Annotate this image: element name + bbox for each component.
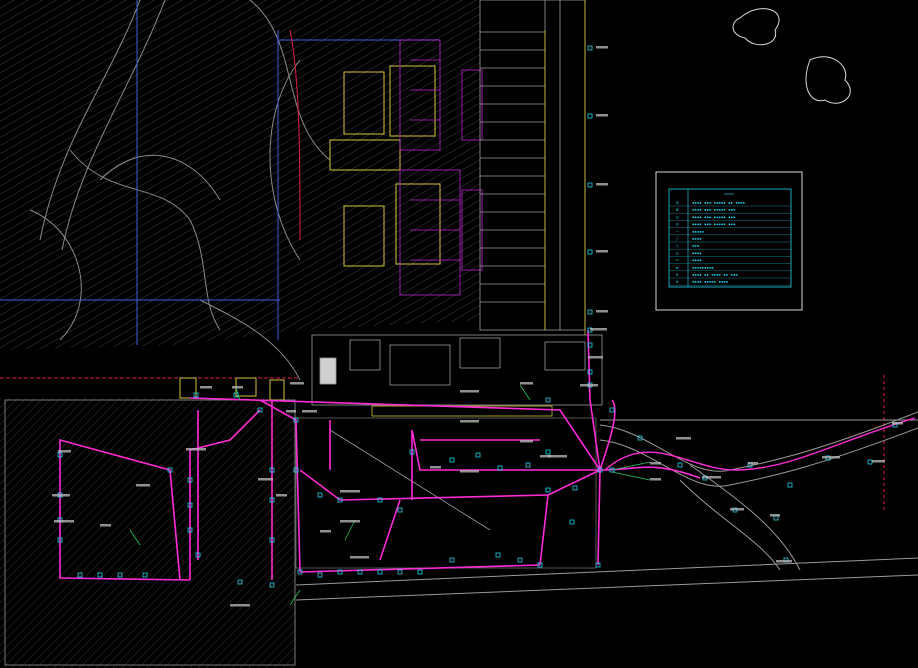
label-placeholder — [702, 476, 721, 479]
label-placeholder — [200, 386, 212, 389]
label-placeholder — [232, 386, 243, 389]
label-placeholder — [748, 462, 758, 465]
label-placeholder — [596, 183, 608, 186]
legend-text: ▪▪▪▪ ▪▪▪ ▪▪▪▪▪ ▪▪▪ — [692, 207, 735, 212]
cable-node-marker — [587, 309, 593, 315]
cable-node-marker — [317, 572, 323, 578]
label-placeholder — [290, 382, 304, 385]
cable-node-marker — [677, 462, 683, 468]
cable-node-marker — [569, 519, 575, 525]
legend-text: ▪▪▪▪ ▪▪▪ ▪▪▪▪▪ ▪▪▪ — [692, 222, 735, 227]
label-placeholder — [460, 390, 479, 393]
label-placeholder — [650, 462, 661, 465]
label-placeholder — [100, 524, 111, 527]
label-placeholder — [596, 114, 608, 117]
cable-node-marker — [773, 515, 779, 521]
label-placeholder — [52, 494, 70, 497]
cable-node-marker — [609, 407, 615, 413]
legend-text: ▪▪▪▪ ▪▪▪▪▪ ▪▪▪▪ — [692, 279, 728, 284]
label-placeholder — [520, 440, 533, 443]
label-placeholder — [54, 520, 74, 523]
label-placeholder — [136, 484, 150, 487]
label-placeholder — [460, 470, 479, 473]
legend-text: ▪▪▪▪▪ — [692, 229, 704, 234]
cable-node-marker — [545, 487, 551, 493]
label-placeholder — [590, 328, 607, 331]
legend-text: ▪▪▪▪ — [692, 258, 702, 263]
cable-node-marker — [587, 182, 593, 188]
cable-node-marker — [867, 459, 873, 465]
label-placeholder — [520, 382, 533, 385]
cable-node-marker — [787, 482, 793, 488]
cable-node-marker — [545, 397, 551, 403]
label-placeholder — [258, 478, 273, 481]
label-placeholder — [340, 520, 360, 523]
label-placeholder — [676, 437, 691, 440]
label-placeholder — [540, 455, 551, 458]
cable-node-marker — [545, 449, 551, 455]
label-placeholder — [892, 422, 903, 425]
label-placeholder — [650, 478, 661, 481]
label-placeholder — [872, 460, 885, 463]
site-plan-svg: ▭▭▭▭⊞ ▪▪▪▪ ▪▪▪ ▪▪▪▪▪ ▪▪ ▪▪▪▪⊠ ▪▪▪▪ ▪▪▪ ▪▪▪… — [0, 0, 918, 668]
label-placeholder — [340, 490, 360, 493]
label-placeholder — [230, 604, 250, 607]
parking-yellow-edge — [544, 0, 586, 335]
label-placeholder — [580, 384, 598, 387]
cable-node-marker — [417, 569, 423, 575]
cable-node-marker — [397, 507, 403, 513]
cable-node-marker — [449, 557, 455, 563]
cable-node-marker — [475, 452, 481, 458]
podium-building — [295, 334, 603, 569]
label-placeholder — [822, 456, 840, 459]
label-placeholder — [588, 356, 603, 359]
cable-node-marker — [525, 462, 531, 468]
label-placeholder — [320, 530, 331, 533]
label-placeholder — [350, 556, 369, 559]
label-placeholder — [596, 250, 608, 253]
legend-text: ▪▪▪▪ ▪▪▪ ▪▪▪▪▪ ▪▪▪ — [692, 214, 735, 219]
label-placeholder — [302, 410, 317, 413]
cable-node-marker — [495, 552, 501, 558]
cable-node-marker — [572, 485, 578, 491]
legend-symbol: ╱ — [675, 236, 679, 241]
legend-text: ▪▪▪ — [692, 243, 699, 248]
label-placeholder — [186, 448, 206, 451]
cable-node-marker — [449, 457, 455, 463]
label-placeholder — [460, 420, 479, 423]
cable-node-marker — [587, 45, 593, 51]
cad-drawing-canvas[interactable]: ▭▭▭▭ ⊞ ▪▪▪▪ ▪▪▪ ▪▪▪▪▪ ▪▪ ▪▪▪▪ ⊠ ▪▪▪▪ ▪▪▪ ▪▪▪… — [0, 0, 918, 668]
legend-title: ▭▭▭▭ — [724, 191, 734, 196]
legend-text: ▪▪▪▪ — [692, 236, 702, 241]
label-placeholder — [286, 410, 296, 413]
legend-text: ▪▪▪▪ ▪▪ ▪▪▪▪ ▪▪ ▪▪▪ — [692, 272, 738, 277]
label-placeholder — [596, 46, 608, 49]
cable-node-marker — [517, 557, 523, 563]
cable-node-marker — [587, 249, 593, 255]
label-placeholder — [58, 450, 71, 453]
tree-outlines — [732, 8, 851, 104]
legend-text: ▪▪▪▪ ▪▪▪ ▪▪▪▪▪ ▪▪ ▪▪▪▪ — [692, 200, 745, 205]
label-placeholder — [776, 560, 792, 563]
legend-panel: ▭▭▭▭⊞ ▪▪▪▪ ▪▪▪ ▪▪▪▪▪ ▪▪ ▪▪▪▪⊠ ▪▪▪▪ ▪▪▪ ▪▪▪… — [655, 171, 803, 311]
east-curved-road — [599, 411, 918, 571]
legend-text: ▪▪▪▪▪▪▪▪▪ — [692, 265, 714, 270]
label-placeholder — [430, 466, 441, 469]
label-placeholder — [276, 494, 287, 497]
cable-node-marker — [587, 113, 593, 119]
cable-node-marker — [397, 569, 403, 575]
cable-node-marker — [317, 492, 323, 498]
label-placeholder — [770, 514, 780, 517]
label-placeholder — [596, 310, 608, 313]
label-placeholder — [730, 508, 744, 511]
cable-node-marker — [377, 569, 383, 575]
parking-stalls — [479, 0, 586, 331]
legend-text: ▪▪▪▪ — [692, 250, 702, 255]
